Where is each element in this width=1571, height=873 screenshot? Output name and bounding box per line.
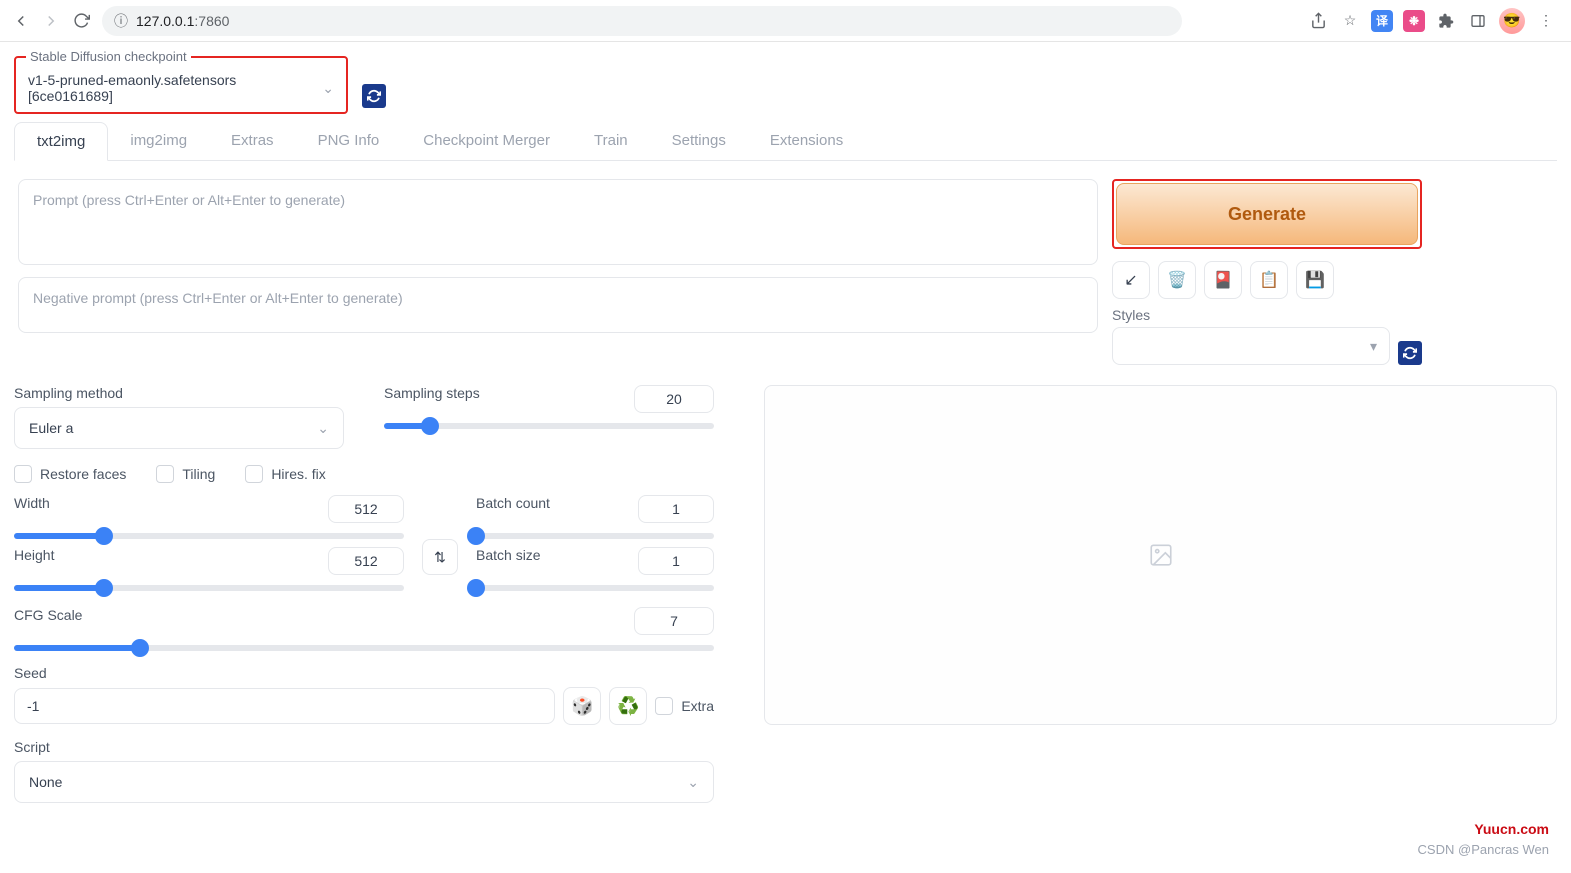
tiling-checkbox[interactable]: Tiling bbox=[156, 465, 215, 483]
checkpoint-select[interactable]: v1-5-pruned-emaonly.safetensors [6ce0161… bbox=[18, 66, 344, 110]
dice-button[interactable]: 🎲 bbox=[563, 687, 601, 725]
tab-txt2img[interactable]: txt2img bbox=[14, 122, 108, 161]
script-value: None bbox=[29, 774, 62, 790]
tab-pnginfo[interactable]: PNG Info bbox=[296, 122, 402, 160]
browser-nav bbox=[10, 10, 92, 32]
browser-toolbar: ⓘ 127.0.0.1:7860 ☆ 译 ❉ 😎 ⋮ bbox=[0, 0, 1571, 42]
extension-icon-translate[interactable]: 译 bbox=[1371, 10, 1393, 32]
batch-count-value[interactable]: 1 bbox=[638, 495, 714, 523]
styles-label: Styles bbox=[1112, 307, 1422, 323]
script-label: Script bbox=[14, 739, 714, 755]
sampling-steps-label: Sampling steps bbox=[384, 385, 480, 401]
tab-checkpoint-merger[interactable]: Checkpoint Merger bbox=[401, 122, 572, 160]
sidepanel-icon[interactable] bbox=[1467, 10, 1489, 32]
recycle-button[interactable]: ♻️ bbox=[609, 687, 647, 725]
sampling-steps-slider[interactable] bbox=[384, 423, 714, 429]
height-slider[interactable] bbox=[14, 585, 404, 591]
back-icon[interactable] bbox=[10, 10, 32, 32]
tab-train[interactable]: Train bbox=[572, 122, 650, 160]
batch-size-value[interactable]: 1 bbox=[638, 547, 714, 575]
hires-fix-checkbox[interactable]: Hires. fix bbox=[245, 465, 325, 483]
chevron-down-icon: ⌄ bbox=[317, 420, 329, 437]
height-label: Height bbox=[14, 547, 54, 563]
tab-extensions[interactable]: Extensions bbox=[748, 122, 865, 160]
reload-icon[interactable] bbox=[70, 10, 92, 32]
output-preview bbox=[764, 385, 1557, 725]
cfg-scale-slider[interactable] bbox=[14, 645, 714, 651]
sampling-method-label: Sampling method bbox=[14, 385, 344, 401]
batch-count-label: Batch count bbox=[476, 495, 550, 511]
star-icon[interactable]: ☆ bbox=[1339, 10, 1361, 32]
trash-tool-button[interactable]: 🗑️ bbox=[1158, 261, 1196, 299]
checkpoint-fieldset: Stable Diffusion checkpoint v1-5-pruned-… bbox=[14, 56, 348, 114]
sampling-method-value: Euler a bbox=[29, 420, 73, 436]
info-icon: ⓘ bbox=[114, 11, 128, 31]
generate-button[interactable]: Generate bbox=[1116, 183, 1418, 245]
clipboard-tool-button[interactable]: 📋 bbox=[1250, 261, 1288, 299]
watermark-site: Yuucn.com bbox=[1474, 821, 1549, 837]
url-host: 127.0.0.1 bbox=[136, 13, 194, 29]
batch-size-slider[interactable] bbox=[476, 585, 714, 591]
cfg-scale-value[interactable]: 7 bbox=[634, 607, 714, 635]
swap-dimensions-button[interactable]: ⇅ bbox=[422, 539, 458, 575]
script-select[interactable]: None ⌄ bbox=[14, 761, 714, 803]
caret-down-icon: ▾ bbox=[1370, 338, 1377, 355]
menu-icon[interactable]: ⋮ bbox=[1535, 10, 1557, 32]
browser-actions: ☆ 译 ❉ 😎 ⋮ bbox=[1307, 8, 1557, 34]
refresh-checkpoint-button[interactable] bbox=[362, 84, 386, 108]
restore-faces-checkbox[interactable]: Restore faces bbox=[14, 465, 126, 483]
forward-icon[interactable] bbox=[40, 10, 62, 32]
seed-label: Seed bbox=[14, 665, 714, 681]
art-tool-button[interactable]: 🎴 bbox=[1204, 261, 1242, 299]
extra-seed-checkbox[interactable]: Extra bbox=[655, 697, 714, 715]
batch-count-slider[interactable] bbox=[476, 533, 714, 539]
prompt-textarea[interactable]: Prompt (press Ctrl+Enter or Alt+Enter to… bbox=[18, 179, 1098, 265]
image-placeholder-icon bbox=[1148, 542, 1174, 568]
tab-img2img[interactable]: img2img bbox=[108, 122, 209, 160]
batch-size-label: Batch size bbox=[476, 547, 541, 563]
chevron-down-icon: ⌄ bbox=[687, 774, 699, 791]
checkpoint-label: Stable Diffusion checkpoint bbox=[26, 49, 191, 64]
sampling-steps-value[interactable]: 20 bbox=[634, 385, 714, 413]
extensions-icon[interactable] bbox=[1435, 10, 1457, 32]
tab-settings[interactable]: Settings bbox=[650, 122, 748, 160]
styles-select[interactable]: ▾ bbox=[1112, 327, 1390, 365]
arrow-tool-button[interactable]: ↙ bbox=[1112, 261, 1150, 299]
save-tool-button[interactable]: 💾 bbox=[1296, 261, 1334, 299]
seed-input[interactable]: -1 bbox=[14, 688, 555, 724]
sampling-method-select[interactable]: Euler a ⌄ bbox=[14, 407, 344, 449]
cfg-scale-label: CFG Scale bbox=[14, 607, 82, 623]
extension-icon-pink[interactable]: ❉ bbox=[1403, 10, 1425, 32]
chevron-down-icon: ⌄ bbox=[322, 80, 334, 97]
width-label: Width bbox=[14, 495, 50, 511]
main-tabs: txt2img img2img Extras PNG Info Checkpoi… bbox=[14, 122, 1557, 161]
app-content: Stable Diffusion checkpoint v1-5-pruned-… bbox=[0, 42, 1571, 803]
watermark-csdn: CSDN @Pancras Wen bbox=[1418, 842, 1549, 857]
url-bar[interactable]: ⓘ 127.0.0.1:7860 bbox=[102, 6, 1182, 36]
refresh-styles-button[interactable] bbox=[1398, 341, 1422, 365]
profile-avatar[interactable]: 😎 bbox=[1499, 8, 1525, 34]
url-port: :7860 bbox=[194, 13, 229, 29]
tab-extras[interactable]: Extras bbox=[209, 122, 296, 160]
height-value[interactable]: 512 bbox=[328, 547, 404, 575]
share-icon[interactable] bbox=[1307, 10, 1329, 32]
negative-prompt-textarea[interactable]: Negative prompt (press Ctrl+Enter or Alt… bbox=[18, 277, 1098, 333]
width-slider[interactable] bbox=[14, 533, 404, 539]
checkpoint-value: v1-5-pruned-emaonly.safetensors [6ce0161… bbox=[28, 72, 322, 104]
width-value[interactable]: 512 bbox=[328, 495, 404, 523]
